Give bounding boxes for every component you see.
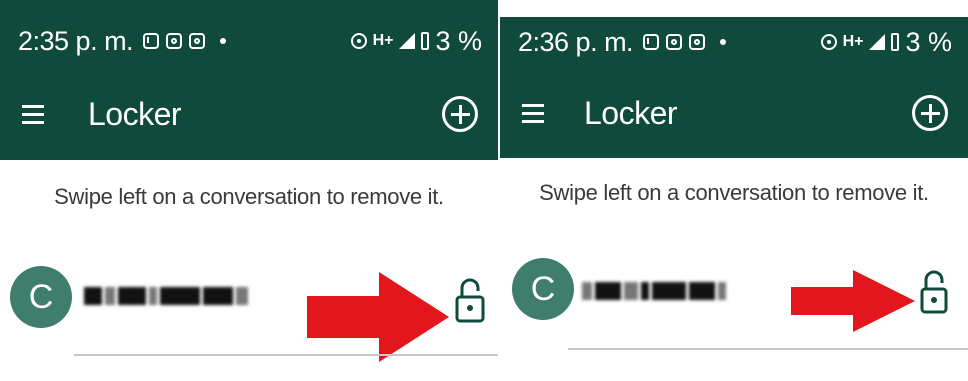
status-time: 2:35 p. m. bbox=[18, 25, 134, 56]
instagram-icon bbox=[689, 34, 706, 50]
signal-icon bbox=[869, 34, 886, 50]
more-notifications-icon bbox=[720, 39, 727, 45]
red-arrow-annotation bbox=[307, 272, 449, 362]
battery-icon bbox=[421, 32, 430, 50]
app-bar: 2:36 p. m. H+ 3 % Locker bbox=[500, 17, 968, 158]
notification-icons bbox=[643, 34, 727, 50]
instagram-icon bbox=[189, 33, 206, 49]
menu-icon[interactable] bbox=[22, 100, 44, 129]
notification-icons bbox=[143, 33, 227, 49]
toolbar-title: Locker bbox=[88, 95, 182, 132]
menu-icon[interactable] bbox=[522, 99, 544, 128]
row-divider bbox=[568, 348, 968, 350]
battery-icon bbox=[891, 33, 900, 51]
add-circle-icon[interactable] bbox=[442, 96, 478, 132]
toolbar: Locker bbox=[500, 77, 968, 149]
screenshot-panel-right: 2:36 p. m. H+ 3 % Locker Swipe left on a… bbox=[500, 0, 968, 381]
swipe-hint: Swipe left on a conversation to remove i… bbox=[539, 180, 929, 205]
lock-icon[interactable] bbox=[920, 270, 948, 314]
toolbar: Locker bbox=[0, 78, 498, 150]
red-arrow-annotation bbox=[791, 270, 915, 332]
battery-percent: 3 % bbox=[905, 26, 952, 57]
gmail-icon bbox=[643, 34, 660, 50]
battery-percent: 3 % bbox=[435, 25, 482, 56]
row-divider bbox=[74, 354, 498, 356]
hotspot-icon bbox=[820, 34, 837, 50]
status-time: 2:36 p. m. bbox=[518, 26, 634, 57]
status-bar: 2:35 p. m. H+ 3 % bbox=[0, 4, 498, 78]
status-right: H+ 3 % bbox=[350, 25, 482, 57]
status-right: H+ 3 % bbox=[820, 26, 952, 58]
redacted-contact-name bbox=[84, 285, 258, 307]
toolbar-title: Locker bbox=[584, 94, 678, 131]
avatar: C bbox=[512, 258, 574, 320]
more-notifications-icon bbox=[220, 38, 227, 44]
instagram-icon bbox=[666, 34, 683, 50]
signal-icon bbox=[399, 33, 416, 49]
swipe-hint: Swipe left on a conversation to remove i… bbox=[54, 184, 444, 209]
conversation-row[interactable]: C bbox=[0, 250, 498, 362]
lock-icon[interactable] bbox=[455, 277, 485, 323]
conversation-row[interactable]: C bbox=[500, 250, 968, 360]
avatar: C bbox=[10, 266, 72, 328]
app-bar: 2:35 p. m. H+ 3 % Locker bbox=[0, 0, 498, 160]
gmail-icon bbox=[143, 33, 160, 49]
status-bar: 2:36 p. m. H+ 3 % bbox=[500, 5, 968, 79]
instagram-icon bbox=[166, 33, 183, 49]
screenshot-panel-left: 2:35 p. m. H+ 3 % Locker Swipe left on a… bbox=[0, 0, 498, 381]
network-type: H+ bbox=[372, 32, 394, 49]
add-circle-icon[interactable] bbox=[912, 95, 948, 131]
hotspot-icon bbox=[350, 33, 367, 49]
network-type: H+ bbox=[842, 33, 864, 50]
redacted-contact-name bbox=[582, 280, 738, 302]
